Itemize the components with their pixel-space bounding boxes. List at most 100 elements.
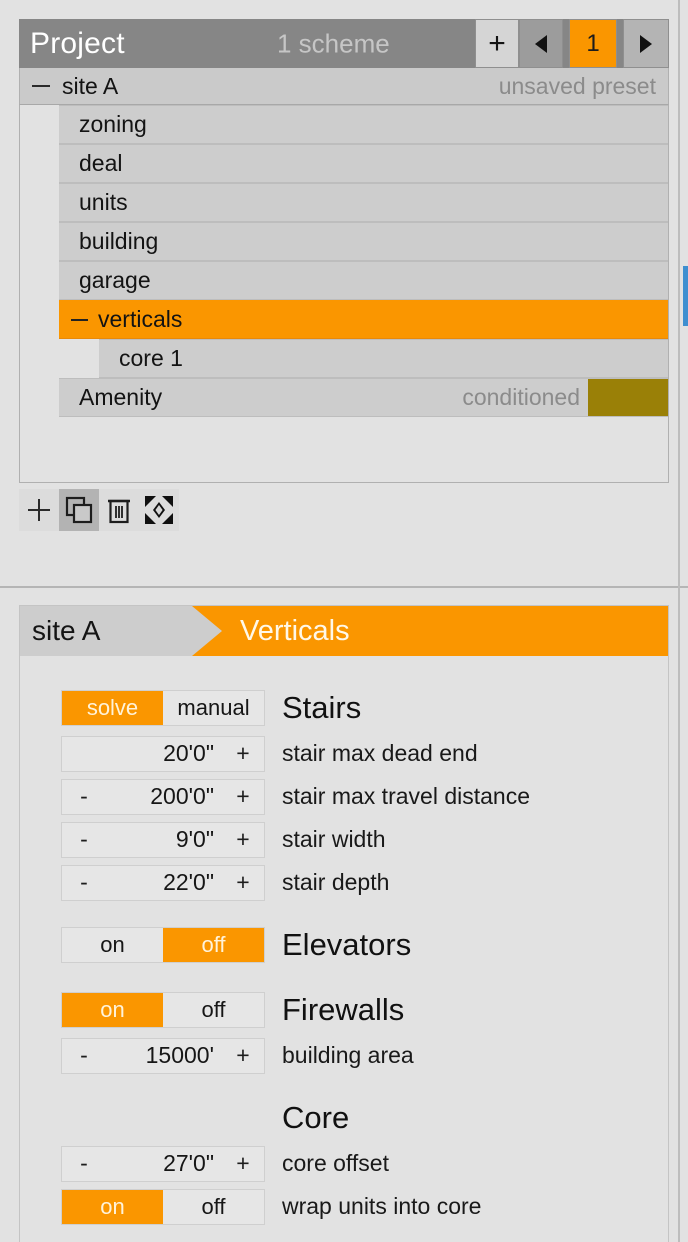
tree-row-color-swatch[interactable]: [588, 379, 668, 416]
increment-button[interactable]: +: [222, 780, 264, 814]
right-edge-blue-marker: [683, 266, 688, 326]
triangle-right-icon: [640, 34, 652, 53]
page-title: Project: [30, 26, 125, 60]
stepper-value[interactable]: 200'0": [106, 780, 222, 814]
parameter-label: core offset: [282, 1150, 389, 1176]
plus-icon: [26, 497, 52, 523]
elevators-mode-toggle[interactable]: on off: [61, 927, 265, 963]
add-item-button[interactable]: [19, 489, 59, 531]
toggle-option-manual[interactable]: manual: [163, 691, 264, 725]
parameter-row: -22'0" + stair depth: [20, 861, 668, 904]
add-scheme-button[interactable]: +: [475, 19, 519, 68]
stepper-value[interactable]: 9'0": [106, 823, 222, 857]
toggle-option-on[interactable]: on: [62, 928, 163, 962]
tree-row[interactable]: building: [59, 222, 668, 261]
section-heading-row: on off Elevators: [20, 921, 668, 969]
parameter-label: wrap units into core: [282, 1193, 482, 1219]
section-heading-row: solve manual Stairs: [20, 684, 668, 732]
expand-button[interactable]: [139, 489, 179, 531]
breadcrumb-current-label: Verticals: [240, 614, 350, 647]
tree-row[interactable]: zoning: [59, 105, 668, 144]
delete-item-button[interactable]: [99, 489, 139, 531]
decrement-button[interactable]: -: [62, 780, 106, 814]
toggle-option-off[interactable]: off: [163, 1190, 264, 1224]
core-offset-stepper[interactable]: -27'0" +: [61, 1145, 265, 1182]
decrement-button[interactable]: -: [62, 866, 106, 900]
stair-max-travel-distance-stepper[interactable]: -200'0" +: [61, 778, 265, 815]
parameter-row: on off wrap units into core: [20, 1185, 668, 1228]
parameter-row: -27'0" + core offset: [20, 1142, 668, 1185]
firewalls-mode-toggle[interactable]: on off: [61, 992, 265, 1028]
stepper-value[interactable]: 20'0": [106, 737, 222, 771]
increment-button[interactable]: +: [222, 1147, 264, 1181]
increment-button[interactable]: +: [222, 866, 264, 900]
current-scheme-indicator[interactable]: 1: [569, 19, 617, 68]
wrap-units-into-core-toggle[interactable]: on off: [61, 1188, 265, 1225]
increment-button[interactable]: +: [222, 1039, 264, 1073]
scheme-count-label: 1 scheme: [277, 28, 390, 58]
stepper-value[interactable]: 22'0": [106, 866, 222, 900]
section-heading: Elevators: [282, 927, 412, 962]
toggle-option-off[interactable]: off: [163, 993, 264, 1027]
parameter-label: stair width: [282, 826, 386, 852]
collapse-dash-icon[interactable]: [71, 318, 88, 321]
toggle-option-on[interactable]: on: [62, 993, 163, 1027]
decrement-button[interactable]: [62, 737, 106, 771]
preset-state-label: unsaved preset: [498, 72, 656, 99]
prev-scheme-button[interactable]: [519, 19, 563, 68]
section-heading: Stairs: [282, 690, 362, 725]
stepper-value[interactable]: 15000': [106, 1039, 222, 1073]
preset-name-label: site A: [62, 72, 119, 99]
parameter-row: 20'0" + stair max dead end: [20, 732, 668, 775]
triangle-left-icon: [535, 34, 547, 53]
stepper-value[interactable]: 27'0": [106, 1147, 222, 1181]
decrement-button[interactable]: -: [62, 823, 106, 857]
duplicate-item-button[interactable]: [59, 489, 99, 531]
parameter-label: stair max dead end: [282, 740, 478, 766]
parameters-body: solve manual Stairs 20'0" + stair max dead en…: [20, 656, 668, 1228]
tree-row-meta: conditioned: [462, 384, 580, 410]
decrement-button[interactable]: -: [62, 1147, 106, 1181]
tree-row[interactable]: verticals: [59, 300, 668, 339]
tree-row-label: building: [79, 228, 159, 254]
stair-max-dead-end-stepper[interactable]: 20'0" +: [61, 735, 265, 772]
stairs-mode-toggle[interactable]: solve manual: [61, 690, 265, 726]
tree-row[interactable]: Amenity conditioned: [59, 378, 668, 417]
tree-row-label: units: [79, 189, 128, 215]
parameter-label: building area: [282, 1042, 414, 1068]
breadcrumb: site A Verticals: [20, 606, 668, 656]
decrement-button[interactable]: -: [62, 1039, 106, 1073]
tree-row-label: Amenity: [79, 384, 163, 410]
app-root: Project 1 scheme + 1 site A unsaved pres…: [0, 0, 688, 1242]
tree-row[interactable]: units: [59, 183, 668, 222]
breadcrumb-current[interactable]: Verticals: [192, 606, 668, 656]
trash-icon: [106, 496, 132, 524]
breadcrumb-parent[interactable]: site A: [20, 606, 192, 656]
tree-row[interactable]: core 1: [99, 339, 668, 378]
tree-row-label: zoning: [79, 111, 147, 137]
parameters-panel: site A Verticals solve manual Stairs 20'0" +…: [19, 605, 669, 1242]
project-titlebar: Project 1 scheme + 1: [19, 19, 669, 68]
toggle-option-on[interactable]: on: [62, 1189, 163, 1224]
tree-row-label: verticals: [98, 306, 183, 332]
tree-row[interactable]: deal: [59, 144, 668, 183]
stair-width-stepper[interactable]: -9'0" +: [61, 821, 265, 858]
duplicate-icon: [65, 496, 93, 524]
stair-depth-stepper[interactable]: -22'0" +: [61, 864, 265, 901]
project-panel: Project 1 scheme + 1 site A unsaved pres…: [19, 19, 669, 571]
tree-row[interactable]: garage: [59, 261, 668, 300]
section-heading: Firewalls: [282, 992, 405, 1027]
breadcrumb-parent-label: site A: [32, 615, 101, 646]
parameter-row: -9'0" + stair width: [20, 818, 668, 861]
preset-row[interactable]: site A unsaved preset: [19, 68, 669, 105]
building-area-stepper[interactable]: -15000' +: [61, 1037, 265, 1074]
increment-button[interactable]: +: [222, 737, 264, 771]
collapse-dash-icon[interactable]: [32, 85, 50, 87]
next-scheme-button[interactable]: [623, 19, 669, 68]
parameter-row: -15000' + building area: [20, 1034, 668, 1077]
toggle-option-solve[interactable]: solve: [62, 691, 163, 725]
toggle-option-off[interactable]: off: [163, 928, 264, 962]
increment-button[interactable]: +: [222, 823, 264, 857]
project-tree: zoning deal units building garage verticals co…: [19, 105, 669, 483]
parameter-row: -200'0" + stair max travel distance: [20, 775, 668, 818]
